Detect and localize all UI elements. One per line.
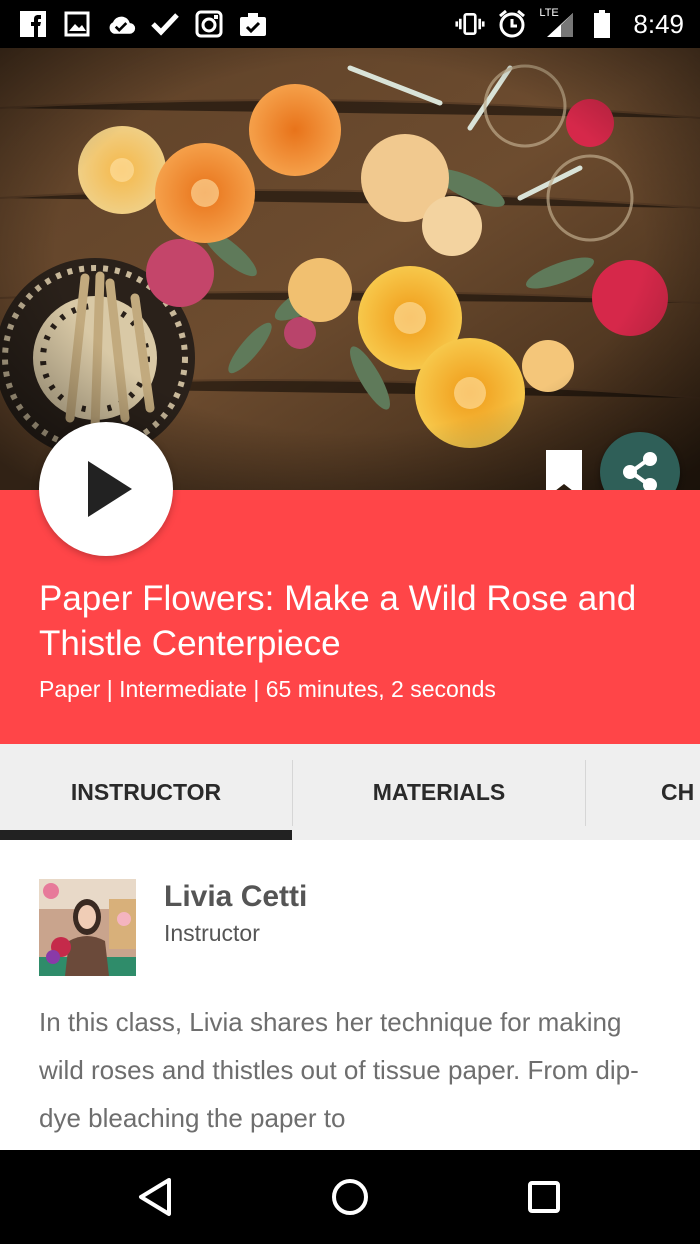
share-icon [623, 452, 657, 490]
signal-icon: LTE [539, 7, 575, 39]
play-button[interactable] [39, 422, 173, 556]
status-bar-notifications [18, 8, 268, 40]
back-icon [139, 1178, 171, 1216]
tab-instructor[interactable]: INSTRUCTOR [0, 744, 292, 840]
instructor-name: Livia Cetti [164, 880, 308, 913]
bookmark-button[interactable] [544, 450, 584, 490]
class-description: In this class, Livia shares her techniqu… [39, 1007, 639, 1133]
home-icon [332, 1179, 368, 1215]
cloud-check-icon [106, 9, 136, 39]
class-meta: Paper | Intermediate | 65 minutes, 2 sec… [39, 676, 496, 702]
facebook-icon [18, 9, 48, 39]
clipboard-check-icon [238, 9, 268, 39]
vibrate-icon [455, 9, 485, 39]
active-tab-indicator [0, 830, 292, 840]
recents-icon [528, 1181, 560, 1213]
status-bar: LTE 8:49 [0, 0, 700, 48]
battery-icon [587, 9, 617, 39]
instagram-icon [194, 9, 224, 39]
navigation-bar [0, 1150, 700, 1244]
play-icon [88, 461, 132, 517]
instructor-role: Instructor [164, 920, 260, 946]
tab-chapters[interactable]: CH [586, 744, 700, 840]
avatar-image [39, 879, 136, 976]
alarm-icon [497, 9, 527, 39]
tab-materials[interactable]: MATERIALS [293, 744, 585, 840]
instructor-avatar[interactable] [39, 879, 136, 976]
image-icon [62, 9, 92, 39]
class-tabs: INSTRUCTOR MATERIALS CH [0, 744, 700, 840]
class-title: Paper Flowers: Make a Wild Rose and This… [39, 579, 637, 663]
checkmark-icon [150, 9, 180, 39]
recents-button[interactable] [519, 1172, 569, 1222]
status-bar-system: LTE 8:49 [455, 7, 684, 40]
home-button[interactable] [325, 1172, 375, 1222]
back-button[interactable] [130, 1172, 180, 1222]
bookmark-icon [546, 450, 582, 490]
status-bar-time: 8:49 [633, 8, 684, 39]
